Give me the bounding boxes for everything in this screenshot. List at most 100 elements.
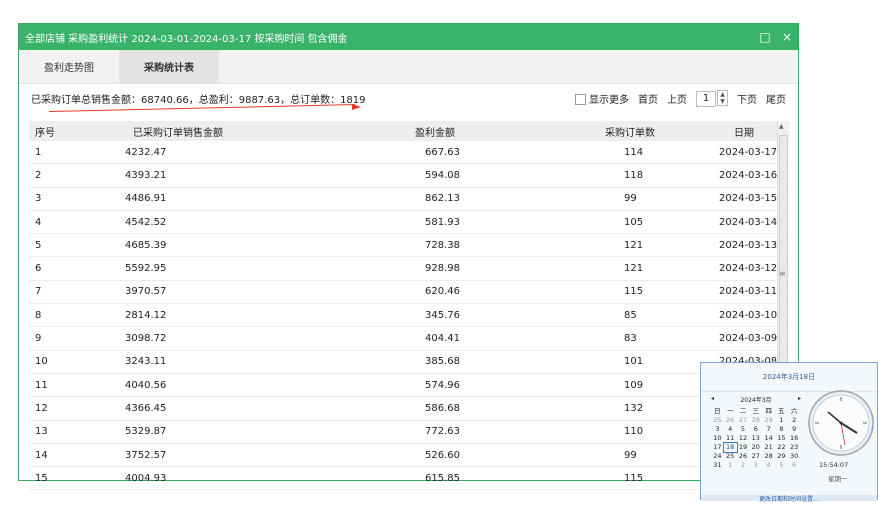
calendar-day[interactable]: 27 <box>737 416 750 425</box>
calendar-day[interactable]: 28 <box>762 452 775 461</box>
cell-sales: 4040.56 <box>125 379 167 391</box>
table-row[interactable]: 4 4542.52 581.93 105 2024-03-14 <box>29 211 789 235</box>
table-row[interactable]: 143752.57526.60992 <box>29 444 789 468</box>
calendar-day[interactable]: 19 <box>737 443 750 452</box>
calendar-day[interactable]: 26 <box>724 416 737 425</box>
calendar-day-today[interactable]: 18 <box>722 442 738 453</box>
calendar-day[interactable]: 6 <box>788 461 801 470</box>
table-row[interactable]: 154004.93615.851152 <box>29 467 789 491</box>
cell-profit: 615.85 <box>425 472 460 484</box>
prev-page-link[interactable]: 上页 <box>667 91 687 106</box>
table-row[interactable]: 124366.45586.681322 <box>29 397 789 421</box>
calendar-day[interactable]: 13 <box>749 434 762 443</box>
table-row[interactable]: 9 3098.72 404.41 83 2024-03-09 <box>29 327 789 351</box>
change-datetime-link[interactable]: 更改日期和时间设置... <box>701 495 877 503</box>
prev-month-icon[interactable]: ◂ <box>711 395 714 404</box>
page-number-input[interactable]: 1 <box>696 90 716 107</box>
next-month-icon[interactable]: ▸ <box>798 395 801 404</box>
table-row[interactable]: 5 4685.39 728.38 121 2024-03-13 <box>29 234 789 258</box>
cell-date: 2024-03-09 <box>719 333 778 345</box>
cell-profit: 345.76 <box>425 309 460 321</box>
calendar-month-label[interactable]: 2024年3月 <box>740 395 771 404</box>
calendar-day[interactable]: 4 <box>724 425 737 434</box>
weekday-label: 五 <box>778 407 785 415</box>
calendar-day[interactable]: 8 <box>775 425 788 434</box>
calendar-day[interactable]: 12 <box>737 434 750 443</box>
tab-purchase-stats[interactable]: 采购统计表 <box>119 50 219 83</box>
calendar-day[interactable]: 28 <box>749 416 762 425</box>
table-row[interactable]: 114040.56574.961092 <box>29 374 789 398</box>
cell-orders: 109 <box>624 379 644 391</box>
calendar-day[interactable]: 20 <box>749 443 762 452</box>
calendar-day[interactable]: 7 <box>762 425 775 434</box>
tab-profit-trend[interactable]: 盈利走势图 <box>19 50 119 83</box>
calendar-day[interactable]: 10 <box>711 434 724 443</box>
calendar-day[interactable]: 5 <box>737 425 750 434</box>
calendar-day[interactable]: 2 <box>737 461 750 470</box>
calendar-day[interactable]: 15 <box>775 434 788 443</box>
show-more-checkbox[interactable] <box>575 94 586 105</box>
first-page-link[interactable]: 首页 <box>638 91 658 106</box>
calendar-day[interactable]: 14 <box>762 434 775 443</box>
cell-date: 2024-03-13 <box>719 239 778 251</box>
col-header-date[interactable]: 日期 <box>684 124 789 139</box>
cell-orders: 114 <box>624 146 644 158</box>
calendar-day[interactable]: 30 <box>788 452 801 461</box>
cell-sales: 3098.72 <box>125 333 167 345</box>
calendar-day[interactable]: 1 <box>724 461 737 470</box>
spin-down-icon[interactable]: ▼ <box>718 98 727 105</box>
table-row[interactable]: 1 4232.47 667.63 114 2024-03-17 <box>29 141 789 165</box>
calendar-header-date[interactable]: 2024年3月18日 <box>701 363 877 392</box>
show-more-toggle[interactable]: 显示更多 <box>575 91 629 106</box>
page-spinner[interactable]: ▲ ▼ <box>717 89 728 106</box>
scroll-up-icon[interactable]: ▲ <box>779 123 784 130</box>
cell-orders: 105 <box>624 216 644 228</box>
table-row[interactable]: 8 2814.12 345.76 85 2024-03-10 <box>29 304 789 328</box>
table-row[interactable]: 103243.11385.681012024-03-08 <box>29 351 789 374</box>
col-header-sales[interactable]: 已采购订单销售金额 <box>69 124 299 139</box>
cell-index: 6 <box>35 263 42 275</box>
calendar-day[interactable]: 31 <box>711 461 724 470</box>
calendar-day[interactable]: 1 <box>775 416 788 425</box>
col-header-orders[interactable]: 采购订单数 <box>509 124 684 139</box>
table-row[interactable]: 3 4486.91 862.13 99 2024-03-15 <box>29 188 789 211</box>
calendar-day[interactable]: 23 <box>788 443 801 452</box>
calendar-day[interactable]: 25 <box>724 452 737 461</box>
calendar-day[interactable]: 17 <box>711 443 724 452</box>
calendar-day[interactable]: 21 <box>762 443 775 452</box>
last-page-link[interactable]: 尾页 <box>766 91 786 106</box>
cell-sales: 3243.11 <box>125 356 167 368</box>
calendar-day[interactable]: 29 <box>775 452 788 461</box>
cell-index: 4 <box>35 216 42 228</box>
col-header-index[interactable]: 序号 <box>29 124 69 139</box>
cell-orders: 132 <box>624 402 644 414</box>
cell-index: 14 <box>35 449 48 461</box>
calendar-day[interactable]: 2 <box>788 416 801 425</box>
calendar-day[interactable]: 22 <box>775 443 788 452</box>
table-row[interactable]: 7 3970.57 620.46 115 2024-03-11 <box>29 281 789 305</box>
next-page-link[interactable]: 下页 <box>737 91 757 106</box>
calendar-day[interactable]: 3 <box>749 461 762 470</box>
calendar-day[interactable]: 24 <box>711 452 724 461</box>
col-header-profit[interactable]: 盈利金额 <box>299 124 509 139</box>
cell-sales: 4486.91 <box>125 193 167 205</box>
table-row[interactable]: 2 4393.21 594.08 118 2024-03-16 <box>29 164 789 188</box>
calendar-day[interactable]: 4 <box>762 461 775 470</box>
calendar-day[interactable]: 26 <box>737 452 750 461</box>
calendar-day[interactable]: 11 <box>724 434 737 443</box>
close-button[interactable]: × <box>776 30 798 44</box>
calendar-day[interactable]: 27 <box>749 452 762 461</box>
calendar-day[interactable]: 16 <box>788 434 801 443</box>
calendar-day[interactable]: 6 <box>749 425 762 434</box>
cell-sales: 5592.95 <box>125 263 167 275</box>
table-row[interactable]: 6 5592.95 928.98 121 2024-03-12 <box>29 257 789 281</box>
table-row[interactable]: 135329.87772.631102 <box>29 421 789 444</box>
calendar-day[interactable]: 9 <box>788 425 801 434</box>
calendar-day[interactable]: 29 <box>762 416 775 425</box>
spin-up-icon[interactable]: ▲ <box>718 91 727 98</box>
calendar-month-nav: ◂ 2024年3月 ▸ <box>711 395 801 404</box>
maximize-button[interactable]: □ <box>754 30 776 44</box>
calendar-day[interactable]: 25 <box>711 416 724 425</box>
calendar-day[interactable]: 5 <box>775 461 788 470</box>
calendar-day[interactable]: 3 <box>711 425 724 434</box>
